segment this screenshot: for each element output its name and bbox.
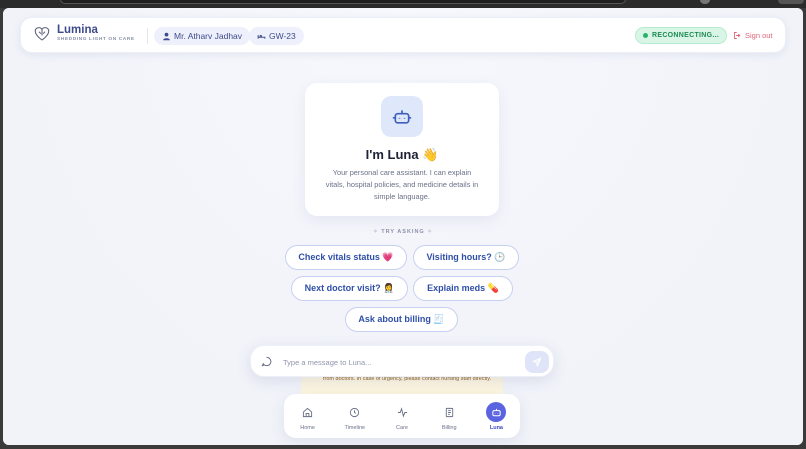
- message-composer: [250, 345, 554, 377]
- assistant-intro-card: I'm Luna 👋 Your personal care assistant.…: [305, 83, 499, 216]
- brand[interactable]: Lumina SHEDDING LIGHT ON CARE: [33, 24, 135, 44]
- browser-top-strip: [0, 0, 806, 8]
- suggestion-explain-meds[interactable]: Explain meds 💊: [413, 276, 513, 301]
- nav-item-luna[interactable]: Luna: [473, 394, 520, 438]
- nav-item-home[interactable]: Home: [284, 394, 331, 438]
- nav-label-home: Home: [300, 425, 315, 431]
- assistant-title: I'm Luna 👋: [365, 147, 439, 162]
- sign-out-button[interactable]: Sign out: [733, 31, 773, 40]
- user-icon: [163, 32, 170, 40]
- suggestion-billing[interactable]: Ask about billing 🧾: [345, 307, 458, 332]
- nav-label-care: Care: [396, 425, 408, 431]
- send-button[interactable]: [525, 351, 549, 373]
- send-icon: [532, 357, 542, 367]
- assistant-avatar: [381, 96, 423, 137]
- logout-icon: [734, 32, 741, 39]
- connection-status-badge: RECONNECTING...: [635, 27, 728, 44]
- suggestion-vitals[interactable]: Check vitals status 💗: [285, 245, 407, 270]
- nav-item-timeline[interactable]: Timeline: [331, 394, 378, 438]
- nav-label-timeline: Timeline: [344, 425, 366, 431]
- nav-label-billing: Billing: [441, 425, 457, 431]
- ward-chip[interactable]: GW-23: [249, 27, 304, 45]
- browser-control[interactable]: [778, 0, 804, 4]
- bot-icon: [392, 109, 412, 124]
- chat-bubble-icon: [261, 356, 272, 367]
- bot-icon: [492, 408, 501, 416]
- brand-name: Lumina: [57, 24, 98, 36]
- try-asking-heading: ✧ TRY ASKING ✧: [3, 229, 803, 235]
- try-asking-label: TRY ASKING: [381, 229, 425, 235]
- browser-control[interactable]: [700, 0, 710, 4]
- nav-item-billing[interactable]: Billing: [426, 394, 473, 438]
- ward-label: GW-23: [269, 31, 296, 41]
- lumina-logo-icon: [34, 27, 50, 41]
- receipt-icon: [445, 407, 453, 417]
- bed-icon: [257, 34, 266, 39]
- sparkle-icon: ✧: [427, 229, 433, 235]
- nav-label-luna: Luna: [489, 425, 503, 431]
- brand-tagline: SHEDDING LIGHT ON CARE: [57, 37, 135, 42]
- pulse-icon: [397, 406, 407, 418]
- suggestion-visiting-hours[interactable]: Visiting hours? 🕒: [413, 245, 519, 270]
- clock-icon: [350, 407, 360, 417]
- bottom-nav: Home Timeline Care Billing Luna: [284, 394, 520, 438]
- sign-out-label: Sign out: [745, 31, 773, 40]
- nav-item-care[interactable]: Care: [378, 394, 425, 438]
- patient-name: Mr. Atharv Jadhav: [174, 31, 243, 41]
- header-divider: [147, 28, 148, 44]
- patient-chip[interactable]: Mr. Atharv Jadhav: [154, 27, 251, 45]
- suggestion-doctor-visit[interactable]: Next doctor visit? 👩‍⚕️: [291, 276, 408, 301]
- connection-status-text: RECONNECTING...: [652, 32, 720, 39]
- status-dot-icon: [643, 33, 648, 38]
- top-header: Lumina SHEDDING LIGHT ON CARE Mr. Atharv…: [20, 17, 786, 53]
- home-icon: [303, 407, 313, 417]
- assistant-description: Your personal care assistant. I can expl…: [325, 168, 479, 201]
- browser-address-bar[interactable]: [60, 0, 626, 4]
- message-input[interactable]: [283, 354, 513, 370]
- app-window: Lumina SHEDDING LIGHT ON CARE Mr. Atharv…: [3, 8, 803, 445]
